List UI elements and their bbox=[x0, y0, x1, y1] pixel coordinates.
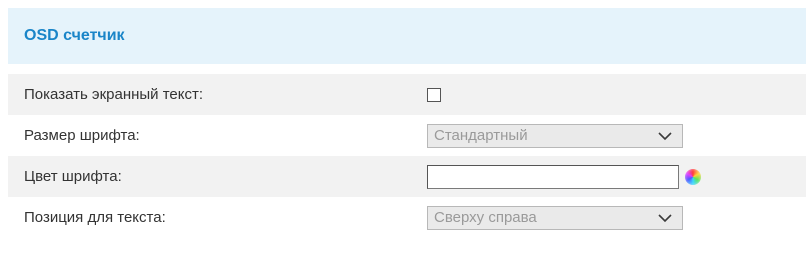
row-show-osd-text: Показать экранный текст: bbox=[8, 74, 806, 115]
text-position-label: Позиция для текста: bbox=[24, 209, 166, 226]
color-wheel-icon[interactable] bbox=[685, 168, 701, 185]
section-title: OSD счетчик bbox=[24, 27, 125, 44]
chevron-down-icon bbox=[658, 213, 672, 222]
font-size-label: Размер шрифта: bbox=[24, 127, 140, 144]
section-header: OSD счетчик bbox=[8, 8, 806, 64]
chevron-down-icon bbox=[658, 131, 672, 140]
row-font-color: Цвет шрифта: bbox=[8, 156, 806, 197]
font-color-input[interactable] bbox=[427, 164, 679, 189]
font-size-value: Стандартный bbox=[434, 127, 528, 144]
font-size-select[interactable]: Стандартный bbox=[427, 123, 683, 148]
row-font-size: Размер шрифта: Стандартный bbox=[8, 115, 806, 156]
show-osd-text-checkbox[interactable] bbox=[427, 87, 441, 102]
show-osd-text-label: Показать экранный текст: bbox=[24, 86, 204, 103]
osd-counter-panel: OSD счетчик Показать экранный текст: Раз… bbox=[8, 8, 806, 274]
text-position-value: Сверху справа bbox=[434, 209, 537, 226]
font-color-label: Цвет шрифта: bbox=[24, 168, 122, 185]
text-position-select[interactable]: Сверху справа bbox=[427, 205, 683, 230]
row-text-position: Позиция для текста: Сверху справа bbox=[8, 197, 806, 238]
